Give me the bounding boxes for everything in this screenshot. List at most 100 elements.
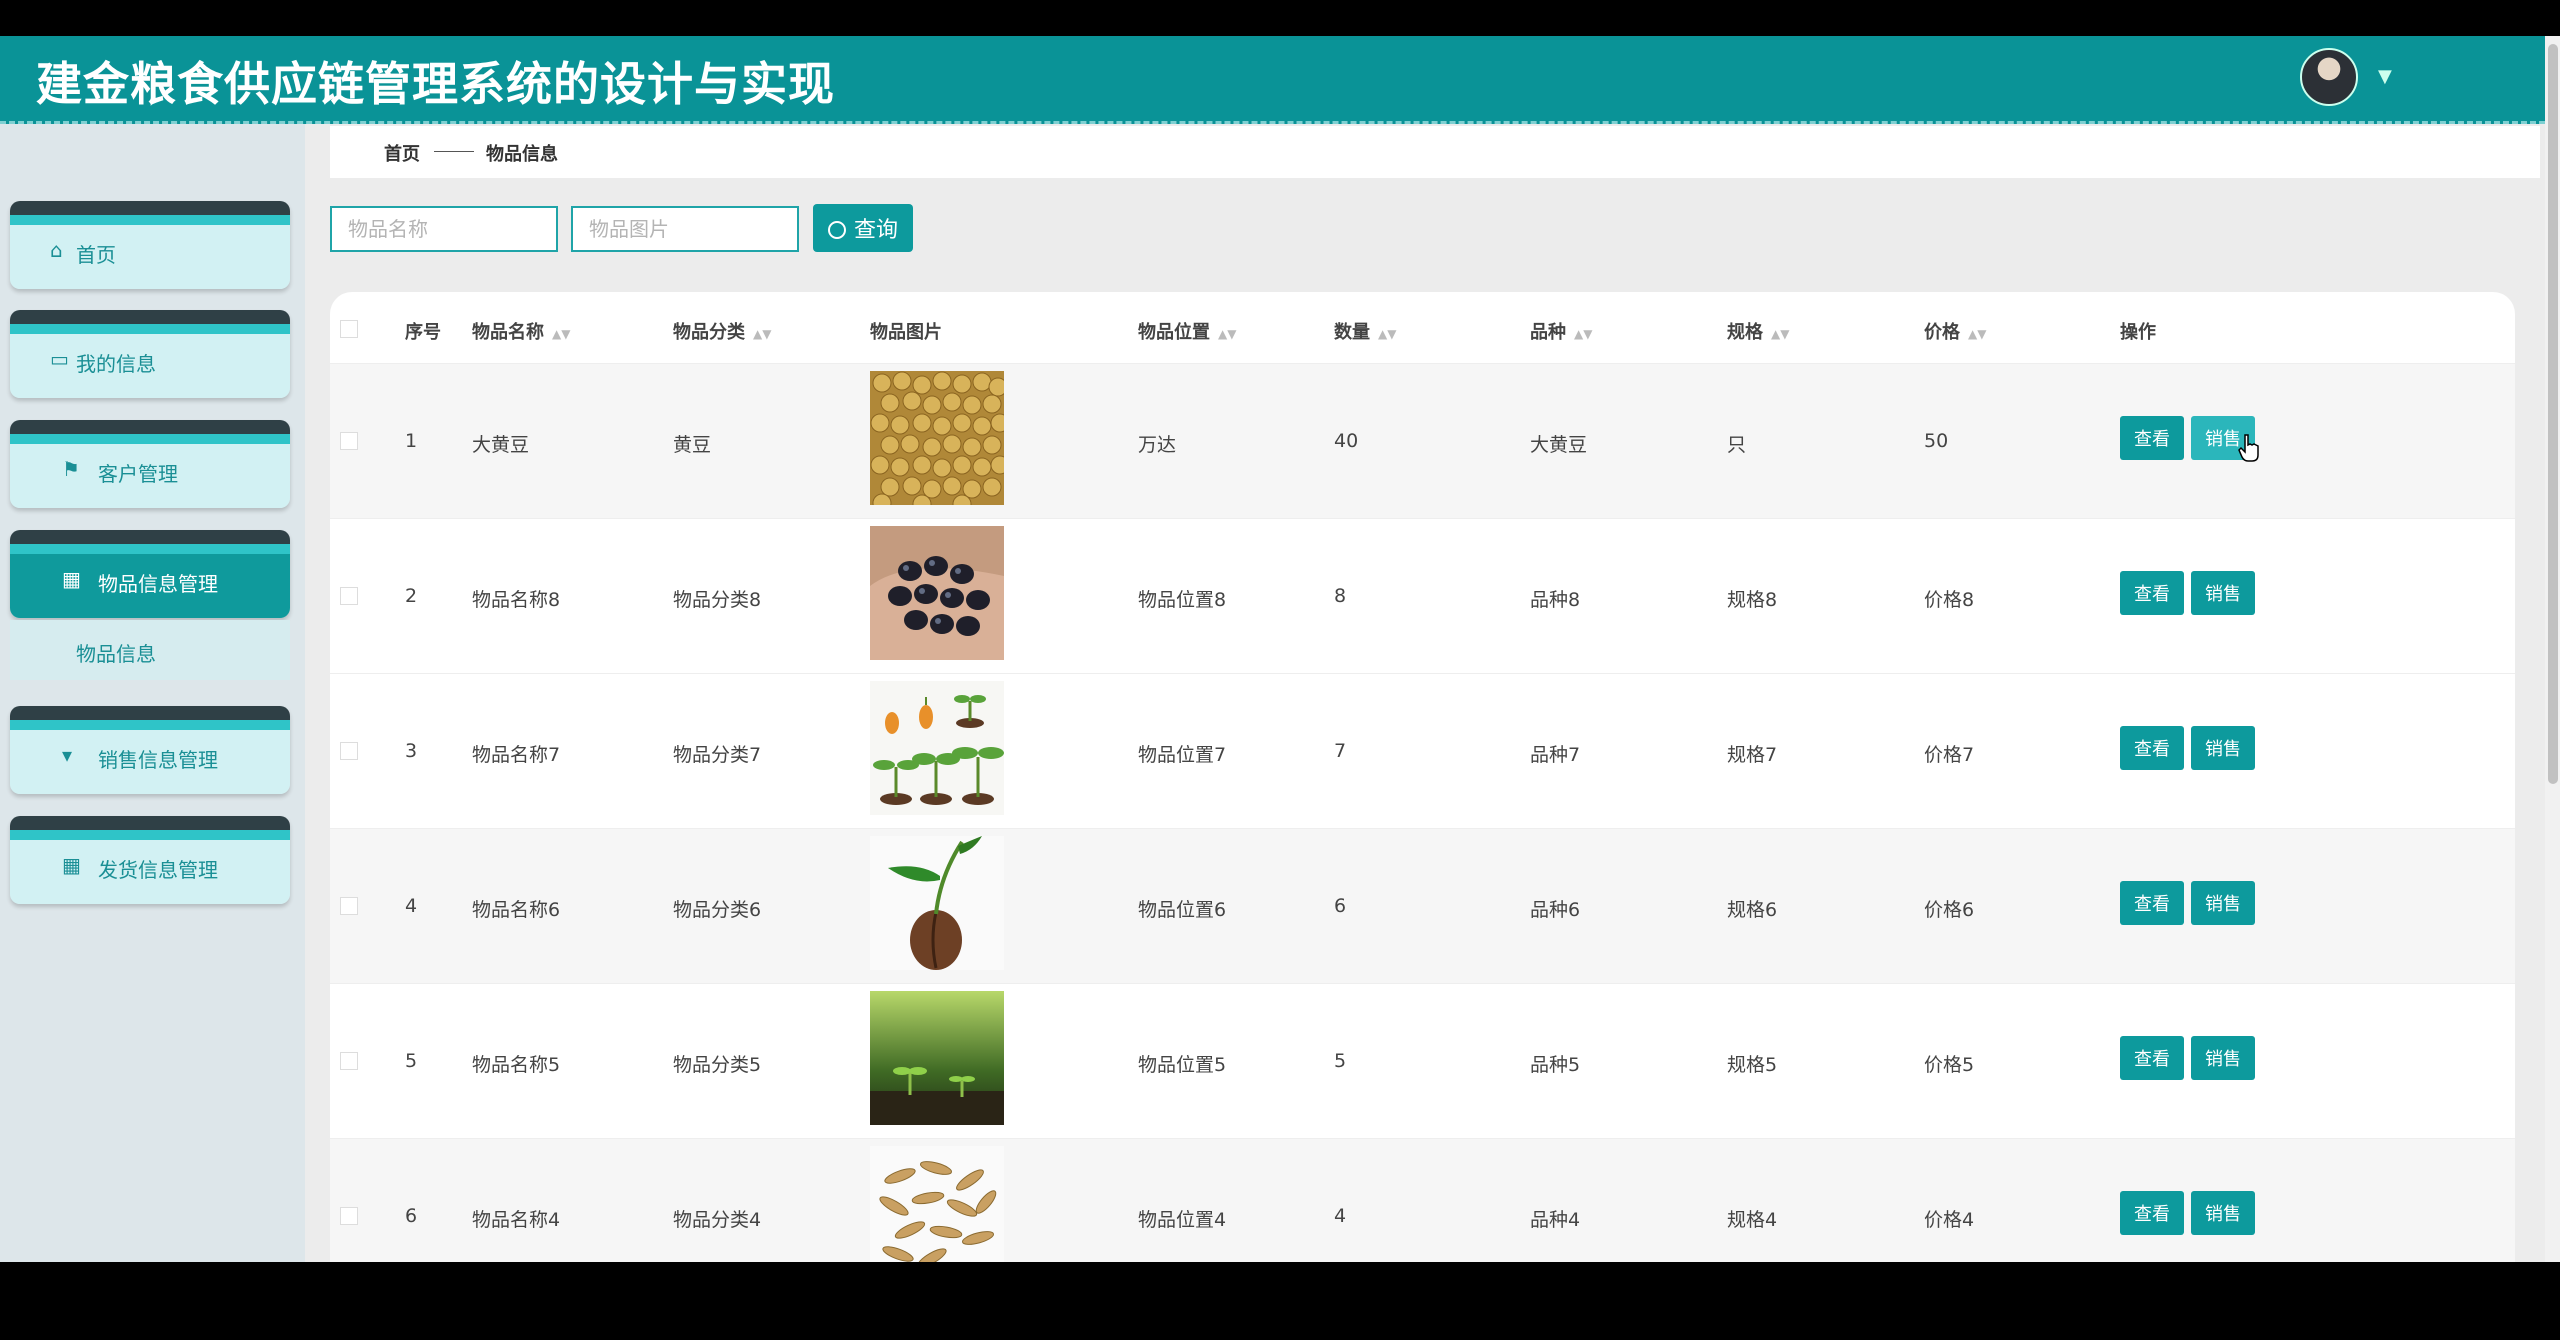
- cell-name: 物品名称4: [472, 1209, 561, 1231]
- header-spec[interactable]: 规格 ▲▼: [1727, 318, 1789, 344]
- cell-no: 5: [405, 1050, 418, 1072]
- rice-grains-image: [870, 1146, 1004, 1262]
- cell-variety: 品种8: [1530, 589, 1581, 611]
- header-qty[interactable]: 数量 ▲▼: [1334, 318, 1396, 344]
- view-button[interactable]: 查看: [2120, 726, 2184, 770]
- sell-button[interactable]: 销售: [2191, 881, 2255, 925]
- bookmark-icon: ▾: [62, 743, 73, 767]
- sidebar: ⌂ 首页 ▭ 我的信息 ⚑ 客户管理 ▦ 物品信息管理 物品信息 ▾ 销售信息管…: [0, 124, 305, 1262]
- row-checkbox[interactable]: [340, 897, 358, 915]
- header-location[interactable]: 物品位置 ▲▼: [1138, 318, 1236, 344]
- search-name-input[interactable]: [330, 206, 558, 252]
- row-checkbox[interactable]: [340, 742, 358, 760]
- header-name[interactable]: 物品名称 ▲▼: [472, 318, 570, 344]
- cell-price: 价格4: [1924, 1209, 1975, 1231]
- header-image: 物品图片: [870, 322, 942, 343]
- sell-button[interactable]: 销售: [2191, 571, 2255, 615]
- search-button[interactable]: 查询: [813, 204, 913, 252]
- search-image-input[interactable]: [571, 206, 799, 252]
- cell-category: 物品分类5: [673, 1054, 762, 1076]
- sell-button[interactable]: 销售: [2191, 1191, 2255, 1235]
- row-checkbox[interactable]: [340, 1207, 358, 1225]
- cell-spec: 规格8: [1727, 589, 1778, 611]
- sidebar-item-label: 客户管理: [98, 462, 178, 486]
- soybeans-image: [870, 371, 1004, 505]
- page-scrollbar[interactable]: [2545, 36, 2560, 1262]
- screen-bottom-bar: [0, 1262, 2560, 1340]
- view-button[interactable]: 查看: [2120, 1191, 2184, 1235]
- cell-name: 物品名称7: [472, 744, 561, 766]
- cell-location: 物品位置7: [1138, 744, 1227, 766]
- cell-qty: 7: [1334, 740, 1347, 762]
- cell-variety: 品种7: [1530, 744, 1581, 766]
- sidebar-item-label: 我的信息: [76, 352, 156, 376]
- row-checkbox[interactable]: [340, 1052, 358, 1070]
- cell-spec: 规格4: [1727, 1209, 1778, 1231]
- goods-table: 序号 物品名称 ▲▼ 物品分类 ▲▼ 物品图片 物品位置 ▲▼ 数量 ▲▼ 品种 ▲▼ 规…: [330, 292, 2515, 1262]
- cell-spec: 规格7: [1727, 744, 1778, 766]
- cell-no: 3: [405, 740, 418, 762]
- cell-name: 物品名称6: [472, 899, 561, 921]
- cell-price: 价格6: [1924, 899, 1975, 921]
- view-button[interactable]: 查看: [2120, 571, 2184, 615]
- sell-button[interactable]: 销售: [2191, 1036, 2255, 1080]
- row-checkbox[interactable]: [340, 587, 358, 605]
- view-button[interactable]: 查看: [2120, 1036, 2184, 1080]
- cell-qty: 6: [1334, 895, 1347, 917]
- sort-icon: ▲▼: [1968, 327, 1987, 341]
- sidebar-item-shipping[interactable]: ▦ 发货信息管理: [10, 816, 290, 904]
- cell-category: 黄豆: [673, 434, 712, 456]
- header: 建金粮食供应链管理系统的设计与实现 ▼: [0, 36, 2545, 124]
- sidebar-item-customers[interactable]: ⚑ 客户管理: [10, 420, 290, 508]
- app-window: 建金粮食供应链管理系统的设计与实现 ▼ ⌂ 首页 ▭ 我的信息 ⚑ 客户管理 ▦…: [0, 36, 2545, 1262]
- search-button-label: 查询: [853, 218, 898, 243]
- header-actions: 操作: [2120, 322, 2156, 343]
- chevron-down-icon[interactable]: ▼: [2378, 66, 2392, 87]
- cell-variety: 品种4: [1530, 1209, 1581, 1231]
- breadcrumb-current: 物品信息: [486, 144, 558, 165]
- sort-icon: ▲▼: [552, 327, 571, 341]
- cell-location: 物品位置6: [1138, 899, 1227, 921]
- sidebar-item-goods[interactable]: ▦ 物品信息管理: [10, 530, 290, 618]
- table-row: 3 物品名称7 物品分类7 物品位置7 7 品种7 规格7 价格7 查看 销售: [330, 674, 2515, 829]
- cell-no: 2: [405, 585, 418, 607]
- breadcrumb: 首页 物品信息: [330, 126, 2540, 178]
- cell-no: 1: [405, 430, 418, 452]
- table-row: 2 物品名称8 物品分类8 物品位置8 8 品种8 规格8 价格8 查看 销售: [330, 519, 2515, 674]
- sidebar-item-sales[interactable]: ▾ 销售信息管理: [10, 706, 290, 794]
- sidebar-subitem-goods-info[interactable]: 物品信息: [10, 620, 290, 680]
- search-icon: [827, 221, 846, 239]
- scrollbar-thumb[interactable]: [2548, 44, 2558, 784]
- cell-category: 物品分类8: [673, 589, 762, 611]
- cell-qty: 8: [1334, 585, 1347, 607]
- header-variety[interactable]: 品种 ▲▼: [1530, 318, 1592, 344]
- breadcrumb-home[interactable]: 首页: [384, 140, 420, 166]
- view-button[interactable]: 查看: [2120, 416, 2184, 460]
- select-all-checkbox[interactable]: [340, 320, 358, 338]
- sort-icon: ▲▼: [1378, 327, 1397, 341]
- cell-name: 物品名称5: [472, 1054, 561, 1076]
- seed-sprout-image: [870, 836, 1004, 970]
- breadcrumb-separator: [434, 151, 474, 152]
- sidebar-item-my-info[interactable]: ▭ 我的信息: [10, 310, 290, 398]
- row-checkbox[interactable]: [340, 432, 358, 450]
- header-price[interactable]: 价格 ▲▼: [1924, 318, 1986, 344]
- cell-qty: 5: [1334, 1050, 1347, 1072]
- table-header: 序号 物品名称 ▲▼ 物品分类 ▲▼ 物品图片 物品位置 ▲▼ 数量 ▲▼ 品种 ▲▼ 规…: [330, 292, 2515, 364]
- user-avatar[interactable]: [2300, 48, 2358, 106]
- table-row: 5 物品名称5 物品分类5 物品位置5 5 品种5 规格5 价格5 查看 销售: [330, 984, 2515, 1139]
- header-category[interactable]: 物品分类 ▲▼: [673, 318, 771, 344]
- cell-name: 物品名称8: [472, 589, 561, 611]
- sidebar-item-home[interactable]: ⌂ 首页: [10, 201, 290, 289]
- sell-button[interactable]: 销售: [2191, 726, 2255, 770]
- view-button[interactable]: 查看: [2120, 881, 2184, 925]
- table-row: 1 大黄豆 黄豆 万达 40 大黄豆 只 50 查看 销售: [330, 364, 2515, 519]
- card-icon: ▭: [50, 347, 69, 371]
- sprouts-image: [870, 681, 1004, 815]
- home-icon: ⌂: [50, 238, 63, 262]
- screen-top-bar: [0, 0, 2560, 36]
- black-beans-image: [870, 526, 1004, 660]
- sort-icon: ▲▼: [1771, 327, 1790, 341]
- sort-icon: ▲▼: [1218, 327, 1237, 341]
- cell-location: 万达: [1138, 434, 1177, 456]
